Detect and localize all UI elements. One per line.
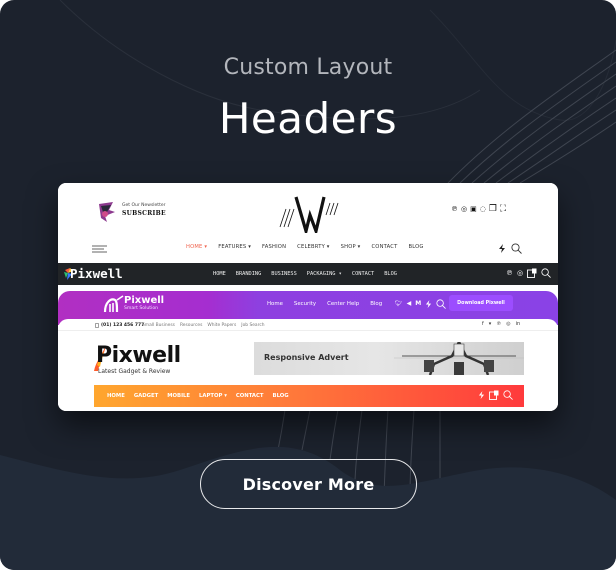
nav-item-packaging[interactable]: PACKAGING ▾	[307, 271, 342, 277]
nav-item-blog[interactable]: BLOG	[384, 271, 397, 277]
lightning-icon[interactable]	[425, 300, 432, 308]
responsive-advert[interactable]: Responsive Advert	[254, 342, 524, 375]
pinterest-icon[interactable]: ℗	[506, 269, 513, 277]
nav-item-home[interactable]: Home	[267, 301, 283, 307]
whatsapp-icon[interactable]: ◌	[480, 206, 486, 213]
search-icon[interactable]	[503, 390, 513, 400]
nav-item-gadget[interactable]: GADGET	[134, 393, 158, 399]
linkedin-icon[interactable]: in	[516, 322, 521, 327]
nav-item-contact[interactable]: CONTACT	[352, 271, 374, 277]
cart-icon[interactable]: ⛶	[500, 205, 506, 214]
nav-item-features[interactable]: FEATURES ▾	[218, 244, 251, 250]
advert-text: Responsive Advert	[264, 353, 349, 362]
header-style-2: Pixwell HOME BRANDING BUSINESS PACKAGING…	[58, 263, 558, 285]
header4-topbar: (01) 123 456 777 Small Business Resource…	[58, 319, 558, 331]
nav-item-home[interactable]: HOME ▾	[186, 244, 207, 250]
pinterest-icon[interactable]: ℗	[451, 206, 458, 213]
header2-tools: ℗ ◎	[506, 268, 551, 278]
nav-item-shop[interactable]: SHOP ▾	[341, 244, 361, 250]
nav-item-branding[interactable]: BRANDING	[236, 271, 262, 277]
hero-subtitle: Custom Layout	[223, 55, 393, 80]
header3-logo-text[interactable]: Pixwell	[124, 295, 164, 306]
telegram-icon[interactable]: ◀	[407, 301, 412, 307]
nav-item-home[interactable]: HOME	[107, 393, 125, 399]
header4-tools	[478, 390, 513, 400]
nav-item-blog[interactable]: BLOG	[408, 244, 423, 250]
nav-item-celebrity[interactable]: CELEBRTY ▾	[297, 244, 329, 250]
phone-number[interactable]: (01) 123 456 777	[95, 323, 144, 328]
bookmark-icon[interactable]	[489, 390, 499, 400]
nav-item-security[interactable]: Security	[294, 301, 316, 307]
instagram-icon[interactable]: ◎	[461, 206, 467, 213]
nav-item-blog[interactable]: Blog	[370, 301, 382, 307]
youtube-icon[interactable]: ▣	[470, 206, 477, 213]
subscribe-link[interactable]: SUBSCRIBE	[122, 210, 166, 217]
header3-tools: 🐦︎ ◀ M	[395, 299, 447, 309]
search-icon[interactable]	[541, 268, 551, 278]
nav-item-contact[interactable]: CONTACT	[236, 393, 264, 399]
nav-item-center-help[interactable]: Center Help	[327, 301, 359, 307]
search-icon[interactable]	[436, 299, 447, 309]
top-link-job-search[interactable]: Job Search	[241, 323, 264, 328]
header-style-1: Get Our Newsletter SUBSCRIBE ℗ ◎ ▣ ◌ ❐ ⛶	[58, 183, 558, 263]
header3-nav: Home Security Center Help Blog	[267, 301, 382, 307]
lightning-icon[interactable]	[478, 391, 485, 399]
header2-logo[interactable]: Pixwell	[64, 266, 123, 281]
twitter-icon[interactable]: ▾	[489, 322, 492, 327]
twitter-icon[interactable]: 🐦︎	[395, 301, 403, 307]
header2-nav: HOME BRANDING BUSINESS PACKAGING ▾ CONTA…	[213, 271, 397, 277]
hero-title: Headers	[218, 94, 398, 143]
promo-banner: Custom Layout Headers Get Our Newsletter…	[0, 0, 616, 570]
nav-item-contact[interactable]: CONTACT	[371, 244, 397, 250]
bookmark-icon[interactable]	[527, 268, 537, 278]
header4-top-social: f ▾ ℗ ◎ in	[482, 322, 520, 327]
header4-tagline: Latest Gadget & Review	[98, 368, 171, 375]
phone-icon	[95, 323, 99, 328]
hamburger-menu-icon[interactable]	[92, 245, 107, 253]
header4-logo-text[interactable]: Pixwell	[96, 343, 181, 368]
nav-item-business[interactable]: BUSINESS	[271, 271, 297, 277]
header-style-4: (01) 123 456 777 Small Business Resource…	[58, 319, 558, 411]
medium-icon[interactable]: M	[415, 301, 421, 307]
header1-social-icons: ℗ ◎ ▣ ◌ ❐ ⛶	[451, 205, 506, 214]
bookmark-icon[interactable]: ❐	[489, 205, 497, 214]
header2-logo-text: Pixwell	[70, 266, 123, 281]
nav-item-home[interactable]: HOME	[213, 271, 226, 277]
header4-nav: HOME GADGET MOBILE LAPTOP ▾ CONTACT BLOG	[107, 393, 289, 399]
pixwell-smart-logo-icon[interactable]	[103, 294, 125, 314]
phone-number-text: (01) 123 456 777	[101, 323, 145, 328]
newsletter-icon	[99, 202, 115, 222]
header1-tools	[498, 243, 522, 254]
newsletter-label: Get Our Newsletter	[122, 203, 166, 208]
header4-navbar: HOME GADGET MOBILE LAPTOP ▾ CONTACT BLOG	[94, 385, 524, 407]
nav-item-laptop[interactable]: LAPTOP ▾	[199, 393, 227, 399]
nav-item-mobile[interactable]: MOBILE	[167, 393, 190, 399]
instagram-icon[interactable]: ◎	[506, 322, 510, 327]
top-link-white-papers[interactable]: White Papers	[207, 323, 236, 328]
discover-more-button[interactable]: Discover More	[200, 459, 417, 509]
top-link-resources[interactable]: Resources	[180, 323, 202, 328]
download-pixwell-button[interactable]: Download Pixwell	[449, 295, 513, 311]
drone-image	[394, 342, 524, 375]
header-preview-card: Get Our Newsletter SUBSCRIBE ℗ ◎ ▣ ◌ ❐ ⛶	[58, 183, 558, 411]
header4-top-links: Small Business Resources White Papers Jo…	[142, 323, 265, 328]
dribbble-icon[interactable]: ◎	[517, 269, 523, 277]
nav-item-blog[interactable]: BLOG	[273, 393, 289, 399]
header1-logo[interactable]	[274, 191, 342, 233]
lightning-icon[interactable]	[498, 244, 506, 253]
header3-logo-tagline: Smart Solution	[124, 306, 159, 311]
nav-item-fashion[interactable]: FASHION	[262, 244, 286, 250]
pinterest-icon[interactable]: ℗	[496, 322, 501, 327]
top-link-small-business[interactable]: Small Business	[142, 323, 175, 328]
facebook-icon[interactable]: f	[482, 322, 484, 327]
header1-nav: HOME ▾ FEATURES ▾ FASHION CELEBRTY ▾ SHO…	[186, 244, 424, 250]
search-icon[interactable]	[511, 243, 522, 254]
